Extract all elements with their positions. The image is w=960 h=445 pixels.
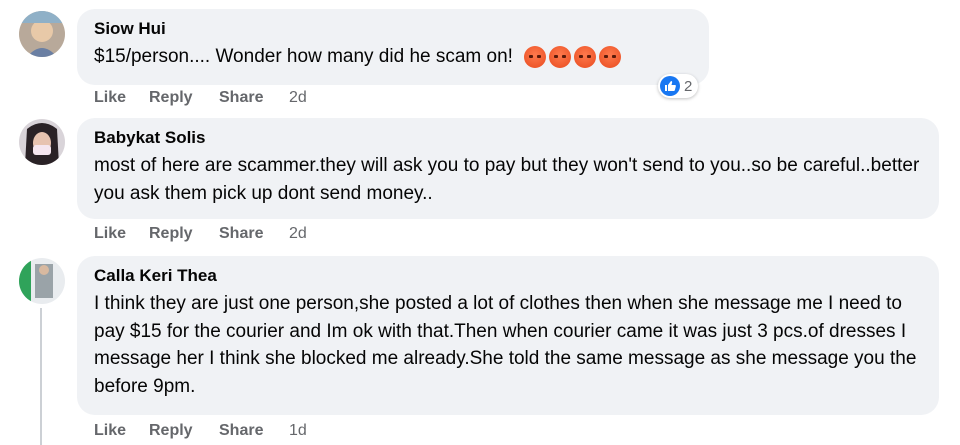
comment-body: most of here are scammer.they will ask y… (94, 155, 920, 204)
comment-text: $15/person.... Wonder how many did he sc… (94, 43, 695, 71)
angry-face-icon (524, 45, 547, 68)
reply-button[interactable]: Reply (149, 422, 193, 440)
share-button[interactable]: Share (219, 225, 263, 243)
reaction-count: 2 (684, 77, 693, 95)
comment-bubble: Calla Keri Thea I think they are just on… (77, 256, 939, 415)
reply-button[interactable]: Reply (149, 225, 193, 243)
comment-body: I think they are just one person,she pos… (94, 293, 917, 397)
emoji-group (524, 45, 624, 68)
like-button[interactable]: Like (94, 422, 126, 440)
reply-button[interactable]: Reply (149, 89, 193, 107)
comment-bubble: Siow Hui $15/person.... Wonder how many … (77, 9, 709, 85)
comment-author[interactable]: Siow Hui (94, 19, 695, 39)
avatar[interactable] (19, 119, 65, 165)
comment-body: $15/person.... Wonder how many did he sc… (94, 46, 513, 67)
angry-face-icon (574, 45, 597, 68)
angry-face-icon (599, 45, 622, 68)
comment-author[interactable]: Calla Keri Thea (94, 266, 925, 286)
reaction-summary[interactable]: 2 (658, 74, 699, 98)
comment-author[interactable]: Babykat Solis (94, 128, 925, 148)
angry-face-icon (549, 45, 572, 68)
share-button[interactable]: Share (219, 89, 263, 107)
like-reaction-icon (660, 76, 680, 96)
share-button[interactable]: Share (219, 422, 263, 440)
timestamp[interactable]: 2d (289, 89, 307, 107)
avatar[interactable] (19, 258, 65, 304)
comment-bubble: Babykat Solis most of here are scammer.t… (77, 118, 939, 219)
like-button[interactable]: Like (94, 225, 126, 243)
avatar[interactable] (19, 11, 65, 57)
timestamp[interactable]: 2d (289, 225, 307, 243)
timestamp[interactable]: 1d (289, 422, 307, 440)
thread-line (40, 308, 42, 445)
like-button[interactable]: Like (94, 89, 126, 107)
